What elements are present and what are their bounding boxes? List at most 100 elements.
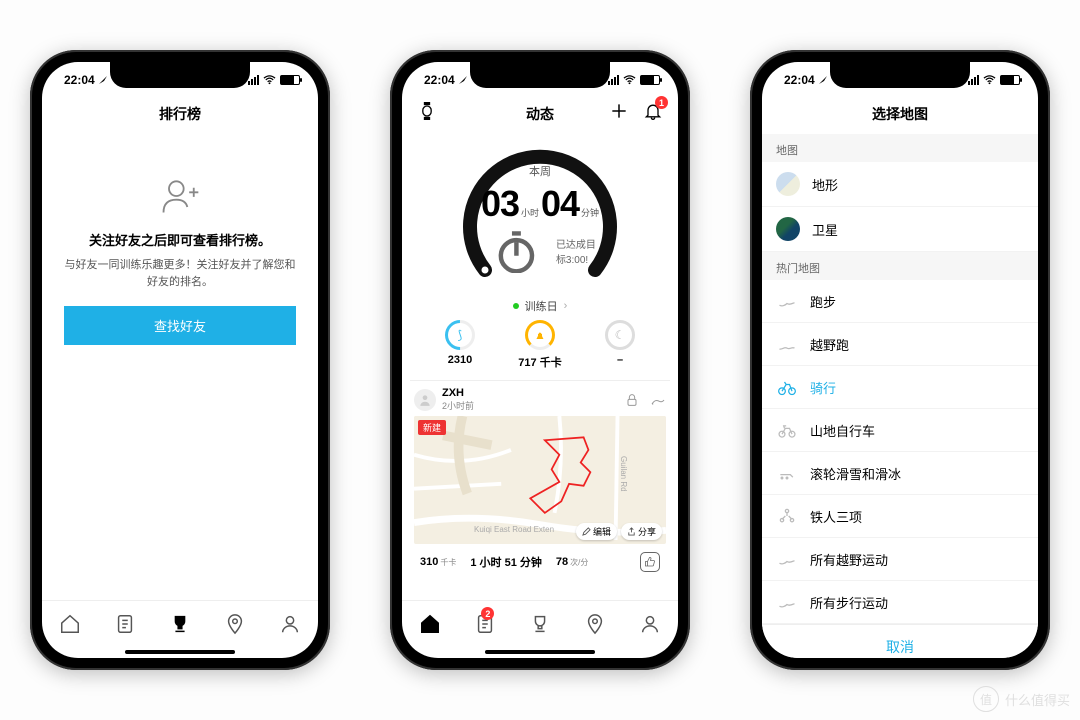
- metric-steps[interactable]: ⟆ 2310: [420, 320, 500, 370]
- tab-profile[interactable]: [623, 601, 678, 646]
- new-tag: 新建: [418, 420, 446, 435]
- row-trail[interactable]: 越野跑: [762, 323, 1038, 366]
- tab-explore[interactable]: [568, 601, 623, 646]
- battery-icon: [640, 75, 660, 85]
- notch: [830, 62, 970, 88]
- tab-profile[interactable]: [263, 601, 318, 646]
- row-all-offroad[interactable]: 所有越野运动: [762, 538, 1038, 581]
- row-terrain[interactable]: 地形: [762, 162, 1038, 207]
- metric-calories[interactable]: ▲ 717 千卡: [500, 320, 580, 370]
- gauge-subtext: 已达成目标3:00!: [480, 229, 600, 274]
- wifi-icon: [623, 75, 636, 85]
- battery-icon: [280, 75, 300, 85]
- share-button[interactable]: 分享: [621, 523, 662, 540]
- sleep-ring-icon: ☾: [605, 320, 635, 350]
- offroad-icon: [776, 548, 798, 570]
- activity-card: ZXH 2小时前 新建: [410, 380, 670, 580]
- activity-stats: 310千卡 1 小时 51 分钟 78次/分: [414, 544, 666, 580]
- bell-button[interactable]: 1: [642, 100, 664, 122]
- trail-icon: [776, 333, 798, 355]
- running-icon: [650, 392, 666, 408]
- activity-map[interactable]: 新建 Guilan Rd Kuiqi East Road Exten 编辑 分享: [414, 416, 666, 544]
- notch: [470, 62, 610, 88]
- signal-icon: [608, 75, 619, 85]
- row-all-walking[interactable]: 所有步行运动: [762, 581, 1038, 624]
- tab-diary[interactable]: [97, 601, 152, 646]
- row-cycling[interactable]: 骑行: [762, 366, 1038, 409]
- walking-icon: [776, 591, 798, 613]
- signal-icon: [968, 75, 979, 85]
- calorie-ring-icon: ▲: [525, 320, 555, 350]
- feed-username[interactable]: ZXH: [442, 387, 614, 399]
- bike-icon: [776, 376, 798, 398]
- nav-title: 排行榜: [42, 98, 318, 134]
- location-arrow-icon: [818, 75, 828, 85]
- phone-leaderboard: 22:04 排行榜 关注好友之后即可查看排行榜。 与好友一同训练乐趣更多！关注好…: [30, 50, 330, 670]
- add-friend-icon: [158, 174, 202, 218]
- status-dot-icon: [513, 303, 519, 309]
- empty-heading: 关注好友之后即可查看排行榜。: [89, 230, 271, 249]
- signal-icon: [248, 75, 259, 85]
- section-map: 地图: [762, 134, 1038, 162]
- mtb-icon: [776, 419, 798, 441]
- share-icon: [627, 527, 636, 536]
- stopwatch-icon: [480, 229, 553, 274]
- row-running[interactable]: 跑步: [762, 280, 1038, 323]
- section-hot: 热门地图: [762, 252, 1038, 280]
- training-day-row[interactable]: 训练日 ›: [513, 298, 568, 314]
- battery-icon: [1000, 75, 1020, 85]
- bell-badge: 1: [655, 96, 668, 109]
- lock-icon: [624, 392, 640, 408]
- tab-bar: 2: [402, 600, 678, 650]
- tab-home[interactable]: [402, 601, 457, 646]
- location-arrow-icon: [98, 75, 108, 85]
- cancel-button[interactable]: 取消: [762, 624, 1038, 658]
- tab-diary[interactable]: 2: [457, 601, 512, 646]
- tab-explore[interactable]: [208, 601, 263, 646]
- triathlon-icon: [776, 505, 798, 527]
- thumbs-up-icon: [644, 556, 656, 568]
- watermark: 值 什么值得买: [973, 686, 1070, 712]
- terrain-thumb-icon: [776, 172, 800, 196]
- row-triathlon[interactable]: 铁人三项: [762, 495, 1038, 538]
- gps-track: [414, 416, 666, 540]
- find-friends-button[interactable]: 查找好友: [64, 306, 296, 345]
- location-arrow-icon: [458, 75, 468, 85]
- tab-home[interactable]: [42, 601, 97, 646]
- feed-time: 2小时前: [442, 399, 614, 412]
- row-mtb[interactable]: 山地自行车: [762, 409, 1038, 452]
- gauge-value: 03小时 04分钟: [481, 183, 599, 225]
- home-indicator[interactable]: [485, 650, 595, 654]
- road-label: Guilan Rd: [619, 456, 628, 492]
- wifi-icon: [983, 75, 996, 85]
- steps-ring-icon: ⟆: [439, 314, 481, 356]
- row-skate[interactable]: 滚轮滑雪和滑冰: [762, 452, 1038, 495]
- avatar[interactable]: [414, 389, 436, 411]
- person-icon: [418, 393, 432, 407]
- empty-subtext: 与好友一同训练乐趣更多！关注好友并了解您和好友的排名。: [64, 257, 296, 290]
- phone-mapselect: 22:04 选择地图 地图 地形 卫星 热门地图 跑步 越野跑 骑行 山地自行车…: [750, 50, 1050, 670]
- wifi-icon: [263, 75, 276, 85]
- notch: [110, 62, 250, 88]
- nav-title: 选择地图: [762, 98, 1038, 134]
- add-button[interactable]: [608, 100, 630, 122]
- metric-sleep[interactable]: ☾ –: [580, 320, 660, 370]
- row-satellite[interactable]: 卫星: [762, 207, 1038, 252]
- road-label: Kuiqi East Road Exten: [474, 525, 554, 534]
- edit-button[interactable]: 编辑: [576, 523, 617, 540]
- running-icon: [776, 290, 798, 312]
- status-time: 22:04: [64, 73, 95, 87]
- home-indicator[interactable]: [125, 650, 235, 654]
- nav-title: 动态: [526, 106, 554, 122]
- tab-bar: [42, 600, 318, 650]
- like-button[interactable]: [640, 552, 660, 572]
- phone-feed: 22:04 动态 1: [390, 50, 690, 670]
- pencil-icon: [582, 527, 591, 536]
- watch-icon[interactable]: [416, 100, 438, 122]
- weekly-gauge[interactable]: 本周 03小时 04分钟 已达成目标3:00!: [455, 140, 625, 290]
- skate-icon: [776, 462, 798, 484]
- tab-leaderboard[interactable]: [152, 601, 207, 646]
- gauge-label: 本周: [529, 163, 551, 179]
- satellite-thumb-icon: [776, 217, 800, 241]
- tab-leaderboard[interactable]: [512, 601, 567, 646]
